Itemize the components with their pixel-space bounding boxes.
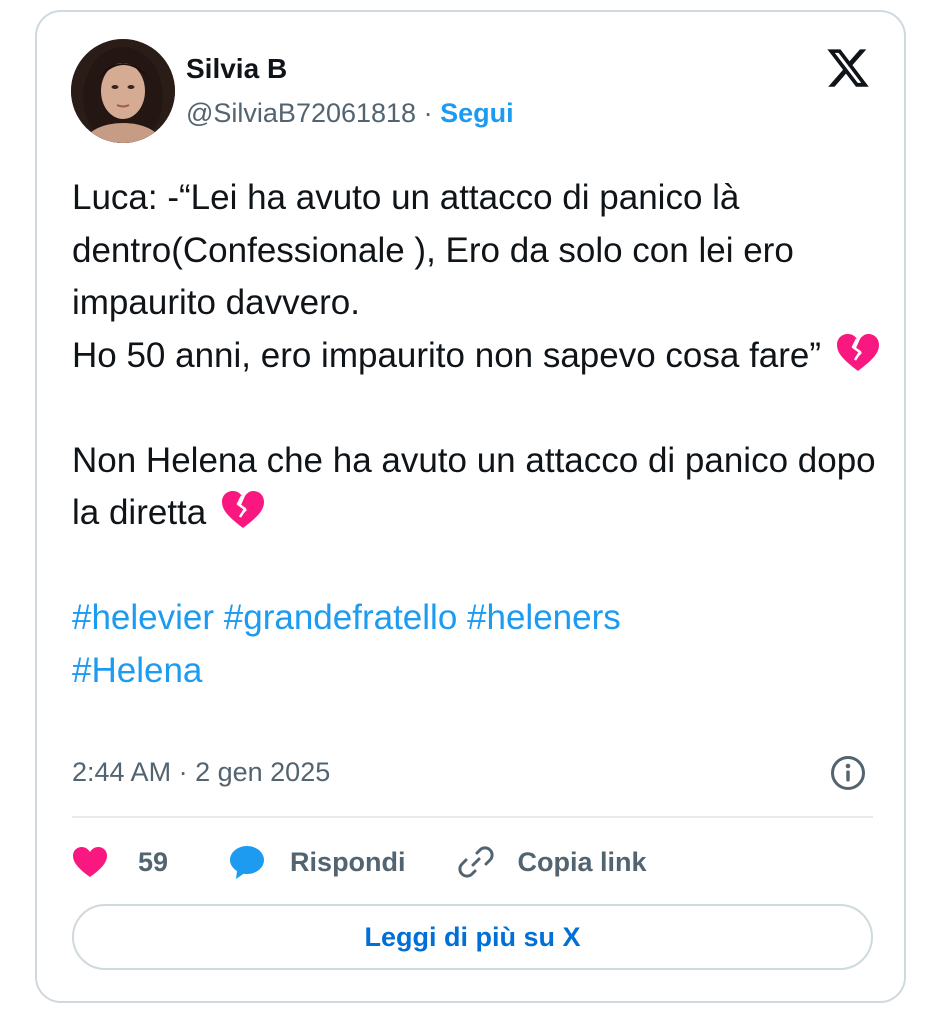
copy-link-label: Copia link [517,846,647,877]
tweet-paragraph: Ho 50 anni, ero impaurito non sapevo cos… [72,330,882,383]
reply-icon [230,846,265,879]
hashtag-link[interactable]: #grandefratello [224,598,458,637]
hashtag-link[interactable]: #helevier [72,598,214,637]
handle-separator: · [423,98,433,128]
tweet-date: 2 gen 2025 [195,757,331,787]
copy-link-button[interactable]: Copia link [457,844,647,880]
tweet-paragraph: Non Helena che ha avuto un attacco di pa… [72,440,876,533]
broken-heart-icon [220,490,266,530]
avatar[interactable] [71,39,175,143]
action-bar: 59 Rispondi Copia link [72,842,647,882]
tweet-text: Luca: -“Lei ha avuto un attacco di panic… [72,172,882,697]
follow-button[interactable]: Segui [440,98,514,128]
x-logo-icon[interactable] [825,45,871,91]
divider [72,816,873,818]
tweet-paragraph: Luca: -“Lei ha avuto un attacco di panic… [72,178,794,322]
info-icon[interactable] [830,755,866,791]
author-handle-row: @SilviaB72061818 · Segui [186,96,514,130]
hashtag-link[interactable]: #Helena [72,651,202,690]
tweet-card: Silvia B @SilviaB72061818 · Segui Luca: … [35,10,906,1003]
reply-label: Rispondi [290,846,406,877]
tweet-time: 2:44 AM [72,757,172,787]
like-count: 59 [138,846,169,877]
timestamp-separator: · [178,757,188,787]
author-handle[interactable]: @SilviaB72061818 [186,98,416,128]
hashtags: #helevier #grandefratello #heleners #Hel… [72,592,882,697]
heart-icon [73,847,107,877]
link-icon [457,846,494,878]
like-button[interactable]: 59 [72,846,168,878]
hashtag-link[interactable]: #heleners [467,598,621,637]
tweet-timestamp[interactable]: 2:44 AM · 2 gen 2025 [72,754,330,790]
broken-heart-icon [835,333,881,373]
read-more-button[interactable]: Leggi di più su X [72,904,873,970]
author-name[interactable]: Silvia B [186,52,287,86]
reply-button[interactable]: Rispondi [228,844,406,880]
